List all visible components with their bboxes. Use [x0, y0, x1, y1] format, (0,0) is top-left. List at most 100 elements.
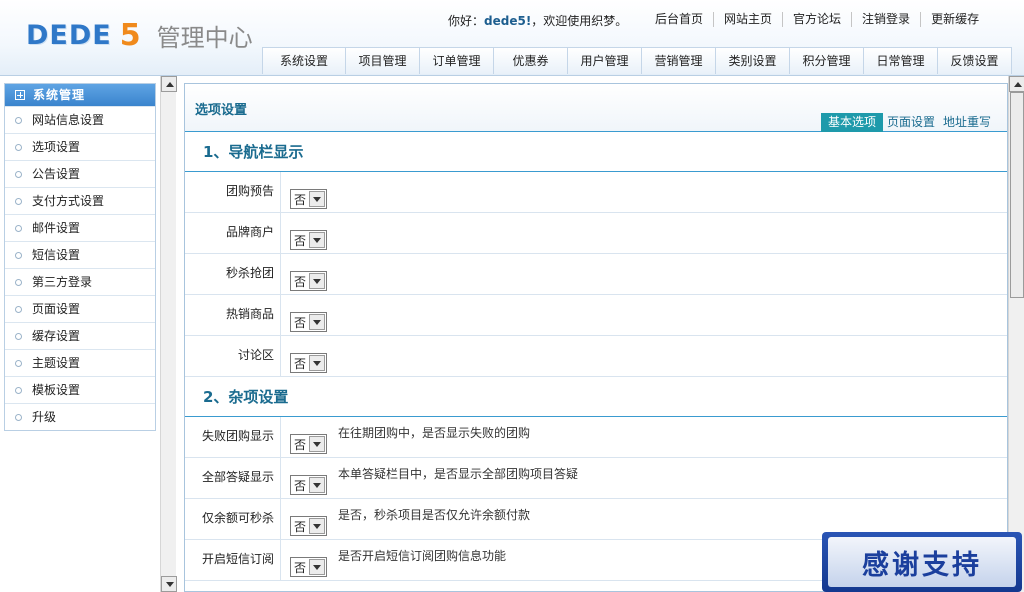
- sidebar-item-label: 页面设置: [32, 302, 81, 316]
- logo-subtitle: 管理中心: [156, 23, 253, 52]
- sidebar-item-page[interactable]: 页面设置: [5, 295, 155, 322]
- option-select[interactable]: 否: [290, 230, 327, 250]
- sidebar-title-label: 系统管理: [33, 88, 86, 102]
- select-value: 否: [294, 560, 307, 575]
- option-row: 品牌商户 否: [185, 213, 1007, 254]
- top-links: 后台首页 网站主页 官方论坛 注销登录 更新缓存: [645, 12, 989, 27]
- scroll-up-icon[interactable]: [1009, 76, 1024, 92]
- option-row: 失败团购显示 否 在往期团购中，是否显示失败的团购: [185, 417, 1007, 458]
- option-description: 是否，秒杀项目是否仅允许余额付款: [338, 508, 531, 522]
- sidebar-item-site-info[interactable]: 网站信息设置: [5, 106, 155, 133]
- option-select[interactable]: 否: [290, 557, 327, 577]
- option-select[interactable]: 否: [290, 516, 327, 536]
- option-row: 团购预告 否: [185, 172, 1007, 213]
- main-panel: 选项设置 基本选项 页面设置 地址重写 1、导航栏显示 团购预告 否 品牌商户 …: [184, 83, 1008, 592]
- dropdown-arrow-icon[interactable]: [309, 191, 325, 207]
- main-nav: 系统设置 项目管理 订单管理 优惠券 用户管理 营销管理 类别设置 积分管理 日…: [262, 47, 1012, 74]
- sidebar-item-sms[interactable]: 短信设置: [5, 241, 155, 268]
- bullet-icon: [15, 359, 22, 367]
- page-title: 选项设置: [195, 103, 248, 118]
- sidebar-item-label: 选项设置: [32, 140, 81, 154]
- option-description: 在往期团购中，是否显示失败的团购: [338, 426, 531, 440]
- subtab-rewrite[interactable]: 地址重写: [939, 113, 995, 132]
- greeting-user: dede5!: [484, 14, 532, 28]
- sidebar-item-label: 模板设置: [32, 383, 81, 397]
- top-link-refresh-cache[interactable]: 更新缓存: [920, 12, 989, 27]
- main-scrollbar[interactable]: [1008, 76, 1024, 592]
- sidebar-item-label: 短信设置: [32, 248, 81, 262]
- nav-tab-projects[interactable]: 项目管理: [345, 47, 420, 74]
- logo-main: DEDE: [26, 19, 112, 51]
- greeting-prefix: 你好：: [448, 14, 485, 28]
- sidebar-scrollbar[interactable]: [160, 76, 177, 592]
- top-link-logout[interactable]: 注销登录: [851, 12, 920, 27]
- sidebar-item-template[interactable]: 模板设置: [5, 376, 155, 403]
- select-value: 否: [294, 478, 307, 493]
- sidebar-item-label: 公告设置: [32, 167, 81, 181]
- top-link-forum[interactable]: 官方论坛: [782, 12, 851, 27]
- sidebar-item-upgrade[interactable]: 升级: [5, 403, 155, 430]
- thanks-badge-text: 感谢支持: [862, 549, 982, 581]
- option-select[interactable]: 否: [290, 312, 327, 332]
- nav-tab-users[interactable]: 用户管理: [567, 47, 642, 74]
- bullet-icon: [15, 143, 22, 151]
- greeting: 你好：dede5!，欢迎使用织梦。: [448, 12, 627, 29]
- nav-tab-categories[interactable]: 类别设置: [715, 47, 790, 74]
- dropdown-arrow-icon[interactable]: [309, 232, 325, 248]
- option-label: 热销商品: [185, 295, 281, 335]
- sidebar-item-label: 升级: [32, 410, 57, 424]
- header: DEDE 5 管理中心 你好：dede5!，欢迎使用织梦。 后台首页 网站主页 …: [0, 0, 1024, 76]
- scroll-down-icon[interactable]: [161, 576, 177, 592]
- select-value: 否: [294, 315, 307, 330]
- nav-tab-feedback[interactable]: 反馈设置: [937, 47, 1012, 74]
- option-select[interactable]: 否: [290, 353, 327, 373]
- dropdown-arrow-icon[interactable]: [309, 355, 325, 371]
- dropdown-arrow-icon[interactable]: [309, 559, 325, 575]
- nav-tab-daily[interactable]: 日常管理: [863, 47, 938, 74]
- section-title: 2、杂项设置: [185, 377, 1007, 417]
- sidebar-item-options[interactable]: 选项设置: [5, 133, 155, 160]
- dropdown-arrow-icon[interactable]: [309, 477, 325, 493]
- nav-tab-system[interactable]: 系统设置: [262, 47, 346, 74]
- option-select[interactable]: 否: [290, 434, 327, 454]
- nav-tab-marketing[interactable]: 营销管理: [641, 47, 716, 74]
- bullet-icon: [15, 413, 22, 421]
- top-link-admin-home[interactable]: 后台首页: [645, 12, 713, 27]
- dropdown-arrow-icon[interactable]: [309, 518, 325, 534]
- logo: DEDE 5 管理中心: [26, 17, 253, 53]
- sidebar-title[interactable]: 系统管理: [5, 84, 155, 106]
- subtab-basic[interactable]: 基本选项: [820, 113, 883, 132]
- bullet-icon: [15, 386, 22, 394]
- dropdown-arrow-icon[interactable]: [309, 436, 325, 452]
- select-value: 否: [294, 192, 307, 207]
- bullet-icon: [15, 224, 22, 232]
- subtab-page[interactable]: 页面设置: [883, 113, 939, 132]
- sidebar-item-label: 第三方登录: [32, 275, 93, 289]
- sidebar-item-theme[interactable]: 主题设置: [5, 349, 155, 376]
- sidebar-item-third-party-login[interactable]: 第三方登录: [5, 268, 155, 295]
- scroll-up-icon[interactable]: [161, 76, 177, 92]
- option-row: 全部答疑显示 否 本单答疑栏目中，是否显示全部团购项目答疑: [185, 458, 1007, 499]
- option-select[interactable]: 否: [290, 271, 327, 291]
- sidebar-item-payment[interactable]: 支付方式设置: [5, 187, 155, 214]
- nav-tab-orders[interactable]: 订单管理: [419, 47, 494, 74]
- bullet-icon: [15, 197, 22, 205]
- dropdown-arrow-icon[interactable]: [309, 314, 325, 330]
- scrollbar-thumb[interactable]: [1010, 92, 1024, 298]
- sidebar-item-announcement[interactable]: 公告设置: [5, 160, 155, 187]
- sidebar-item-label: 网站信息设置: [32, 113, 105, 127]
- option-row: 热销商品 否: [185, 295, 1007, 336]
- select-value: 否: [294, 519, 307, 534]
- bullet-icon: [15, 170, 22, 178]
- option-select[interactable]: 否: [290, 189, 327, 209]
- nav-tab-points[interactable]: 积分管理: [789, 47, 864, 74]
- top-link-site-home[interactable]: 网站主页: [713, 12, 782, 27]
- option-select[interactable]: 否: [290, 475, 327, 495]
- dropdown-arrow-icon[interactable]: [309, 273, 325, 289]
- sidebar-item-email[interactable]: 邮件设置: [5, 214, 155, 241]
- select-value: 否: [294, 356, 307, 371]
- option-row: 秒杀抢团 否: [185, 254, 1007, 295]
- nav-tab-coupons[interactable]: 优惠券: [493, 47, 568, 74]
- thanks-badge-inner: 感谢支持: [828, 537, 1016, 587]
- sidebar-item-cache[interactable]: 缓存设置: [5, 322, 155, 349]
